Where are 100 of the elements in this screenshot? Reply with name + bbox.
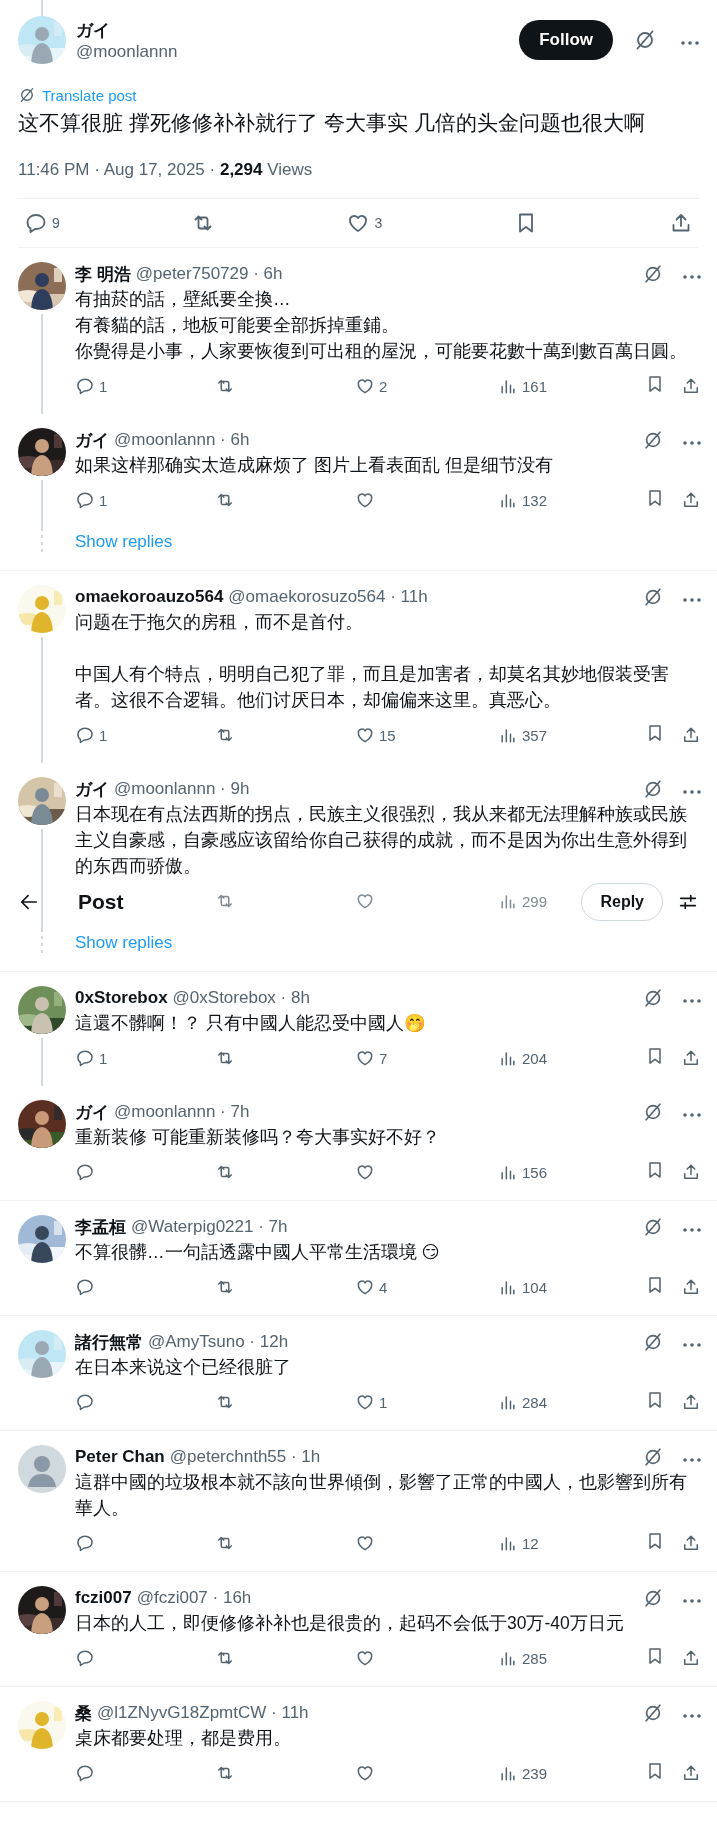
- author-name[interactable]: Peter Chan: [75, 1447, 165, 1467]
- views-count: 12: [522, 1534, 539, 1552]
- author-handle[interactable]: @moonlannn · 7h: [114, 1102, 250, 1122]
- author-handle[interactable]: @peter750729 · 6h: [135, 264, 283, 284]
- views-count: 104: [522, 1278, 548, 1296]
- share-icon[interactable]: [681, 1048, 701, 1068]
- author-name[interactable]: ガイ: [75, 428, 109, 452]
- author-handle[interactable]: @moonlannn: [76, 41, 510, 62]
- slashed-circle-icon[interactable]: [642, 987, 664, 1009]
- share-icon[interactable]: [681, 725, 701, 745]
- share-icon[interactable]: [681, 1392, 701, 1412]
- heart-icon[interactable]: [355, 725, 375, 745]
- heart-icon[interactable]: [355, 1763, 375, 1783]
- heart-icon[interactable]: [355, 490, 375, 510]
- slashed-circle-icon[interactable]: [642, 1587, 664, 1609]
- views-count: 239: [522, 1764, 548, 1782]
- more-icon[interactable]: [683, 999, 701, 1003]
- share-icon[interactable]: [681, 1763, 701, 1783]
- more-icon[interactable]: [683, 1714, 701, 1718]
- author-name[interactable]: omaekoroauzo564: [75, 587, 224, 607]
- reply-icon[interactable]: [75, 1048, 95, 1068]
- heart-icon[interactable]: [355, 1277, 375, 1297]
- post-text: 这不算很脏 撑死修修补补就行了 夸大事实 几倍的头金问题也很大啊: [18, 110, 646, 136]
- heart-icon[interactable]: [355, 891, 375, 911]
- author-name[interactable]: 李孟桓: [75, 1215, 126, 1239]
- author-handle[interactable]: @AmyTsuno · 12h: [148, 1332, 289, 1352]
- heart-icon[interactable]: [355, 1048, 375, 1068]
- views-count: 161: [522, 377, 548, 395]
- reply-text: 在日本来说这个已经很脏了: [75, 1356, 292, 1379]
- author-name[interactable]: 諸行無常: [75, 1330, 143, 1354]
- reply-icon[interactable]: [75, 1277, 95, 1297]
- author-name[interactable]: ガイ: [76, 18, 510, 42]
- more-icon[interactable]: [683, 1458, 701, 1462]
- more-icon[interactable]: [683, 790, 701, 794]
- author-name[interactable]: 0xStorebox: [75, 988, 168, 1008]
- slashed-circle-icon[interactable]: [18, 86, 36, 104]
- slashed-circle-icon[interactable]: [642, 1101, 664, 1123]
- author-handle[interactable]: @moonlannn · 6h: [114, 430, 250, 450]
- reply-icon[interactable]: [75, 1763, 95, 1783]
- follow-button[interactable]: Follow: [519, 20, 613, 60]
- slashed-circle-icon[interactable]: [642, 1216, 664, 1238]
- views-count: 284: [522, 1393, 548, 1411]
- reply-icon[interactable]: [75, 490, 95, 510]
- slashed-circle-icon[interactable]: [642, 263, 664, 285]
- reply-icon[interactable]: [75, 1162, 95, 1182]
- more-icon[interactable]: [683, 1113, 701, 1117]
- reply-count: 1: [99, 491, 108, 509]
- author-handle[interactable]: @Waterpig0221 · 7h: [131, 1217, 288, 1237]
- slashed-circle-icon[interactable]: [642, 1446, 664, 1468]
- reply-text: 這還不髒啊！？ 只有中國人能忍受中國人🤭: [75, 1012, 427, 1035]
- author-name[interactable]: 桑: [75, 1701, 92, 1725]
- author-name[interactable]: ガイ: [75, 777, 109, 801]
- author-name[interactable]: ガイ: [75, 1100, 109, 1124]
- author-handle[interactable]: @peterchnth55 · 1h: [169, 1447, 321, 1467]
- author-handle[interactable]: @l1ZNyvG18ZpmtCW · 11h: [97, 1703, 309, 1723]
- share-icon[interactable]: [681, 1648, 701, 1668]
- like-count: 15: [379, 726, 396, 744]
- slashed-circle-icon[interactable]: [642, 778, 664, 800]
- more-icon[interactable]: [683, 441, 701, 445]
- share-icon[interactable]: [681, 1533, 701, 1553]
- more-icon[interactable]: [683, 1343, 701, 1347]
- author-name[interactable]: 李 明浩: [75, 262, 131, 286]
- heart-icon[interactable]: [355, 1648, 375, 1668]
- header-title: Post: [78, 890, 124, 914]
- like-count: 1: [379, 1393, 388, 1411]
- author-name[interactable]: fczi007: [75, 1588, 132, 1608]
- reply-button[interactable]: Reply: [581, 883, 663, 921]
- author-handle[interactable]: @omaekorosuzo564 · 11h: [228, 587, 428, 607]
- more-icon[interactable]: [683, 1228, 701, 1232]
- reply-count: 1: [99, 377, 108, 395]
- reply-count: 9: [52, 215, 60, 231]
- slashed-circle-icon[interactable]: [642, 1702, 664, 1724]
- share-icon[interactable]: [681, 490, 701, 510]
- reply-icon[interactable]: [75, 725, 95, 745]
- heart-icon[interactable]: [355, 376, 375, 396]
- reply-icon[interactable]: [75, 376, 95, 396]
- reply-text: 這群中國的垃圾根本就不該向世界傾倒，影響了正常的中國人，也影響到所有華人。: [75, 1471, 688, 1520]
- share-icon[interactable]: [681, 1162, 701, 1182]
- more-icon[interactable]: [683, 1599, 701, 1603]
- reply-icon[interactable]: [75, 1533, 95, 1553]
- author-handle[interactable]: @fczi007 · 16h: [136, 1588, 252, 1608]
- slashed-circle-icon[interactable]: [642, 1331, 664, 1353]
- author-handle[interactable]: @0xStorebox · 8h: [172, 988, 310, 1008]
- heart-icon[interactable]: [355, 1162, 375, 1182]
- author-handle[interactable]: @moonlannn · 9h: [114, 779, 250, 799]
- more-icon[interactable]: [683, 598, 701, 602]
- reply-icon[interactable]: [75, 1392, 95, 1412]
- heart-icon[interactable]: [355, 1392, 375, 1412]
- slashed-circle-icon[interactable]: [642, 586, 664, 608]
- slashed-circle-icon[interactable]: [642, 429, 664, 451]
- more-icon[interactable]: [681, 41, 699, 45]
- heart-icon[interactable]: [355, 1533, 375, 1553]
- share-icon[interactable]: [681, 376, 701, 396]
- share-icon[interactable]: [681, 1277, 701, 1297]
- reply-icon[interactable]: [75, 1648, 95, 1668]
- views-count: 285: [522, 1649, 548, 1667]
- views-count: 357: [522, 726, 548, 744]
- reply-text-line: 有抽菸的話，壁紙要全換…: [75, 288, 292, 311]
- more-icon[interactable]: [683, 275, 701, 279]
- reply-icon[interactable]: [24, 211, 48, 235]
